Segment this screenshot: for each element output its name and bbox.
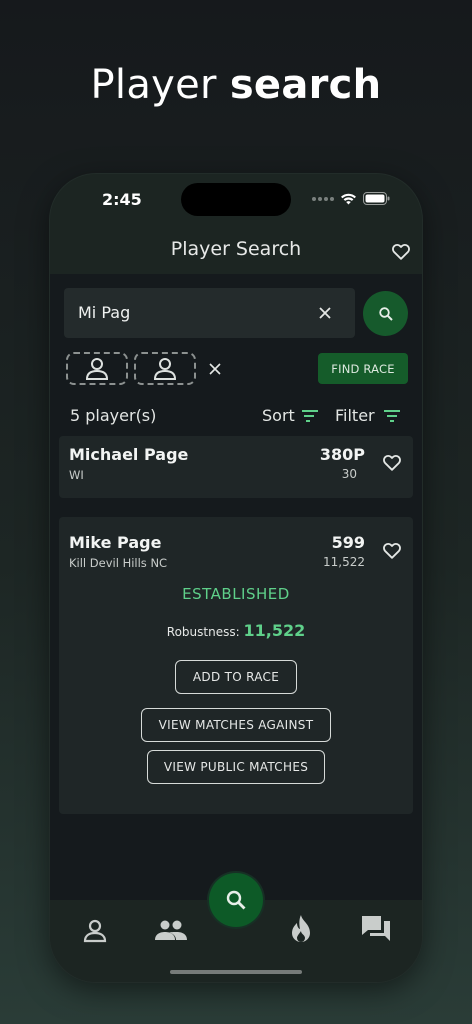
player-rating: 380P xyxy=(319,445,365,464)
nav-profile-icon[interactable] xyxy=(82,918,108,944)
view-matches-against-button[interactable]: VIEW MATCHES AGAINST xyxy=(141,708,331,742)
favorites-heart-icon[interactable] xyxy=(390,240,412,262)
nav-people-icon[interactable] xyxy=(154,918,188,944)
results-count: 5 player(s) xyxy=(70,406,157,425)
search-icon xyxy=(378,306,393,321)
robustness-value: 11,522 xyxy=(243,621,306,640)
search-fab-button[interactable] xyxy=(209,873,263,927)
race-slot-1[interactable] xyxy=(66,352,128,385)
player-rating: 599 xyxy=(331,533,365,552)
sort-button[interactable]: Sort xyxy=(262,406,319,425)
clear-race-icon[interactable] xyxy=(208,362,222,376)
heart-icon[interactable] xyxy=(381,451,403,473)
view-public-matches-button[interactable]: VIEW PUBLIC MATCHES xyxy=(147,750,325,784)
search-button[interactable] xyxy=(363,291,408,336)
results-toolbar: 5 player(s) Sort Filter xyxy=(70,406,406,428)
heart-icon[interactable] xyxy=(381,539,403,561)
phone-frame: 2:45 Player Search Mi Pag FIND RACE 5 pl… xyxy=(50,174,422,982)
filter-label: Filter xyxy=(335,406,375,425)
promo-headline: Player search xyxy=(0,62,472,108)
robustness: Robustness: 11,522 xyxy=(59,621,413,640)
flame-icon[interactable] xyxy=(288,914,314,944)
app-bar: Player Search xyxy=(50,228,422,274)
main-content: Mi Pag FIND RACE 5 player(s) Sort Filter… xyxy=(50,274,422,900)
search-input[interactable]: Mi Pag xyxy=(64,288,355,338)
player-name: Mike Page xyxy=(69,533,162,552)
filter-button[interactable]: Filter xyxy=(335,406,401,425)
search-value[interactable]: Mi Pag xyxy=(78,303,130,322)
player-card-expanded[interactable]: Mike Page Kill Devil Hills NC 599 11,522… xyxy=(59,517,413,814)
page-title: Player Search xyxy=(170,238,302,260)
add-to-race-button[interactable]: ADD TO RACE xyxy=(175,660,297,694)
sort-icon xyxy=(301,409,318,422)
headline-normal: Player xyxy=(90,62,217,108)
status-icons xyxy=(312,192,390,205)
sort-label: Sort xyxy=(262,406,295,425)
status-badge: ESTABLISHED xyxy=(182,585,290,603)
player-games: 11,522 xyxy=(323,555,365,569)
player-games: 30 xyxy=(341,467,357,481)
signal-dots-icon xyxy=(312,196,334,201)
robustness-label: Robustness: xyxy=(166,625,240,639)
battery-icon xyxy=(363,192,390,205)
race-slot-2[interactable] xyxy=(134,352,196,385)
player-name: Michael Page xyxy=(69,445,189,464)
person-icon xyxy=(153,357,177,380)
headline-bold: search xyxy=(229,62,382,108)
search-icon xyxy=(226,890,246,910)
find-race-button[interactable]: FIND RACE xyxy=(318,353,408,384)
home-indicator xyxy=(170,970,302,974)
clear-icon[interactable] xyxy=(317,305,333,321)
dynamic-island xyxy=(181,183,291,216)
person-icon xyxy=(85,357,109,380)
filter-icon xyxy=(383,409,400,422)
chat-icon[interactable] xyxy=(360,914,392,944)
player-location: Kill Devil Hills NC xyxy=(69,556,168,570)
wifi-icon xyxy=(341,193,356,205)
player-card[interactable]: Michael Page WI 380P 30 xyxy=(59,436,413,498)
status-time: 2:45 xyxy=(102,190,142,209)
status-bar: 2:45 xyxy=(50,174,422,222)
player-location: WI xyxy=(69,468,84,482)
